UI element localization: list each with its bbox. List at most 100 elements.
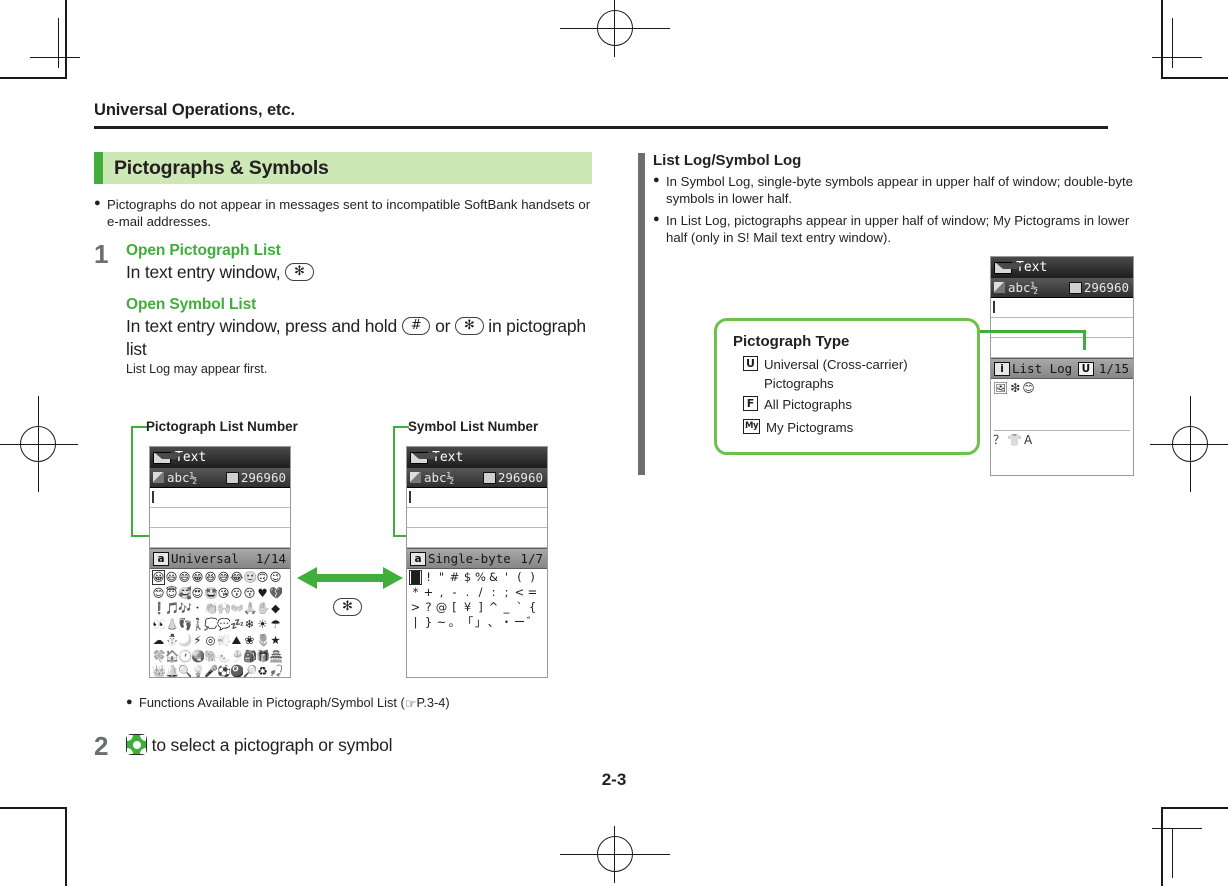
grid-cell[interactable]: 👃: [165, 617, 178, 632]
grid-cell[interactable]: ー: [513, 615, 526, 630]
grid-cell[interactable]: 🔍: [178, 664, 191, 677]
grid-cell[interactable]: 🥰: [178, 586, 191, 601]
grid-cell[interactable]: /: [474, 585, 487, 600]
grid-cell[interactable]: ⛰: [230, 633, 243, 648]
grid-cell[interactable]: :: [487, 585, 500, 600]
listlog-text-area[interactable]: [991, 298, 1133, 358]
grid-cell[interactable]: 🙌: [217, 601, 230, 616]
grid-cell[interactable]: ^: [487, 600, 500, 615]
grid-cell[interactable]: 🔎: [243, 664, 256, 677]
grid-cell[interactable]: ⚽: [217, 664, 230, 677]
log-glyph[interactable]: 👕: [1007, 433, 1022, 447]
grid-cell[interactable]: 😂: [230, 570, 243, 585]
grid-cell[interactable]: 🙃: [256, 570, 269, 585]
grid-cell[interactable]: 🐘: [204, 649, 217, 664]
grid-cell[interactable]: 、: [487, 615, 500, 630]
grid-cell[interactable]: 🎵: [165, 601, 178, 616]
grid-cell[interactable]: 💤: [230, 617, 243, 632]
grid-cell[interactable]: 🔔: [165, 664, 178, 677]
grid-cell[interactable]: 🎒: [243, 649, 256, 664]
grid-cell[interactable]: 🙂: [243, 570, 256, 585]
grid-cell[interactable]: ☂: [269, 617, 282, 632]
grid-cell[interactable]: ❀: [243, 633, 256, 648]
grid-cell[interactable]: ;: [500, 585, 513, 600]
grid-cell[interactable]: 🌏: [191, 649, 204, 664]
grid-cell[interactable]: @: [435, 600, 448, 615]
grid-cell[interactable]: }: [422, 615, 435, 630]
grid-cell[interactable]: 😇: [165, 586, 178, 601]
grid-cell[interactable]: ☀: [256, 617, 269, 632]
grid-cell[interactable]: 🎤: [204, 664, 217, 677]
grid-cell[interactable]: 😚: [243, 586, 256, 601]
grid-cell[interactable]: ♻: [256, 664, 269, 677]
grid-cell[interactable]: ": [435, 570, 448, 585]
grid-cell[interactable]: ◆: [269, 601, 282, 616]
grid-cell[interactable]: 「: [461, 615, 474, 630]
grid-cell[interactable]: ~: [435, 615, 448, 630]
grid-cell[interactable]: 😉: [269, 570, 282, 585]
log-glyph[interactable]: ❇: [1010, 381, 1020, 395]
grid-cell[interactable]: ★: [269, 633, 282, 648]
grid-cell[interactable]: ♥: [256, 586, 269, 601]
grid-cell[interactable]: 🤩: [204, 586, 217, 601]
grid-cell[interactable]: #: [448, 570, 461, 585]
grid-cell[interactable]: ⛄: [165, 633, 178, 648]
grid-cell[interactable]: 😄: [178, 570, 191, 585]
grid-cell[interactable]: 🌙: [178, 633, 191, 648]
pictograph-text-area[interactable]: [150, 488, 290, 548]
grid-cell[interactable]: =: [526, 585, 539, 600]
switch-asterisk-key-icon[interactable]: ✻: [333, 598, 362, 616]
grid-cell[interactable]: 😅: [217, 570, 230, 585]
grid-cell[interactable]: 👣: [178, 617, 191, 632]
grid-cell[interactable]: 👏: [204, 601, 217, 616]
grid-cell[interactable]: 😊: [152, 586, 165, 601]
grid-cell[interactable]: 。: [448, 615, 461, 630]
grid-cell[interactable]: ✋: [256, 601, 269, 616]
grid-cell[interactable]: 🎁: [256, 649, 269, 664]
grid-cell[interactable]: <: [513, 585, 526, 600]
grid-cell[interactable]: ･: [191, 601, 204, 616]
grid-cell[interactable]: 🏯: [269, 649, 282, 664]
grid-cell[interactable]: ?: [422, 600, 435, 615]
asterisk-key-icon[interactable]: ✻: [285, 262, 314, 281]
grid-cell[interactable]: 💡: [191, 664, 204, 677]
hash-key-icon[interactable]: #: [401, 317, 431, 336]
grid-cell[interactable]: 🎶: [178, 601, 191, 616]
grid-cell[interactable]: [: [448, 600, 461, 615]
log-glyph[interactable]: 🖼: [993, 381, 1008, 395]
log-glyph[interactable]: ？: [993, 431, 1005, 448]
grid-cell[interactable]: ◎: [204, 633, 217, 648]
grid-cell[interactable]: 🌜: [217, 649, 230, 664]
grid-cell[interactable]: █: [409, 570, 422, 585]
grid-cell[interactable]: ]: [474, 600, 487, 615]
grid-cell[interactable]: 💔: [269, 586, 282, 601]
grid-cell[interactable]: 💭: [204, 617, 217, 632]
dpad-icon[interactable]: [126, 734, 147, 755]
grid-cell[interactable]: 🏠: [165, 649, 178, 664]
grid-cell[interactable]: 🚶: [191, 617, 204, 632]
symbol-text-area[interactable]: [407, 488, 547, 548]
grid-cell[interactable]: 👐: [230, 601, 243, 616]
grid-cell[interactable]: 🍀: [152, 649, 165, 664]
grid-cell[interactable]: _: [500, 600, 513, 615]
grid-cell[interactable]: ⚡: [191, 633, 204, 648]
grid-cell[interactable]: 」: [474, 615, 487, 630]
grid-cell[interactable]: 😍: [191, 586, 204, 601]
grid-cell[interactable]: 🎱: [230, 664, 243, 677]
listlog-upper-half[interactable]: 🖼 ❇ 😊 ？ 👕 A: [991, 379, 1133, 475]
grid-cell[interactable]: ❄: [243, 617, 256, 632]
grid-cell[interactable]: ,: [435, 585, 448, 600]
grid-cell[interactable]: {: [526, 600, 539, 615]
grid-cell[interactable]: 😀: [152, 570, 165, 585]
grid-cell[interactable]: 🙏: [243, 601, 256, 616]
grid-cell[interactable]: 👑: [152, 664, 165, 677]
grid-cell[interactable]: !: [422, 570, 435, 585]
grid-cell[interactable]: ': [500, 570, 513, 585]
grid-cell[interactable]: 🎣: [269, 664, 282, 677]
log-glyph[interactable]: A: [1024, 433, 1032, 447]
pictograph-grid[interactable]: 😀 😃 😄 😁 😆 😅 😂 🙂 🙃 😉 😊 😇 🥰 😍 🤩 😘 😗 😚 ♥ 💔 ❗ 🎵 🎶 ･ 👏 🙌 👐 🙏 ✋ ◆ 👀 👃 👣 🚶 💭 💬 💤 ❄ ☀ ☂…: [150, 569, 290, 677]
grid-cell[interactable]: 😁: [191, 570, 204, 585]
grid-cell[interactable]: (: [513, 570, 526, 585]
grid-cell[interactable]: ¥: [461, 600, 474, 615]
grid-cell[interactable]: +: [422, 585, 435, 600]
